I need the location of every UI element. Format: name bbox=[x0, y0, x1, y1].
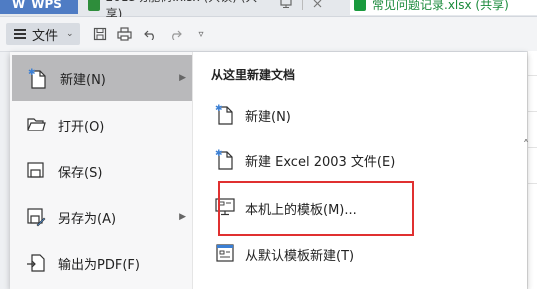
customize-toolbar-icon[interactable]: ▿ bbox=[192, 25, 210, 43]
menu-item-save[interactable]: 保存(S) bbox=[10, 148, 192, 194]
folder-icon bbox=[26, 115, 46, 135]
spreadsheet-icon bbox=[354, 0, 366, 11]
spreadsheet-icon bbox=[88, 0, 100, 11]
menu-item-open[interactable]: 打开(O) bbox=[10, 102, 192, 148]
file-menu-list: ✱ 新建(N) ▶ 打开(O) 保存(S) 另存为(A) ▶ 输出为PDF(F) bbox=[10, 52, 193, 289]
svg-text:✱: ✱ bbox=[28, 68, 36, 78]
submenu-title: 从这里新建文档 bbox=[211, 68, 296, 82]
svg-text:✱: ✱ bbox=[215, 104, 223, 114]
menu-item-label: 另存为(A) bbox=[58, 211, 117, 227]
divider bbox=[302, 0, 303, 10]
menu-item-export-pdf[interactable]: 输出为PDF(F) bbox=[10, 240, 192, 286]
menu-item-save-as[interactable]: 另存为(A) ▶ bbox=[10, 194, 192, 240]
menu-item-label: 输出为PDF(F) bbox=[58, 257, 140, 273]
svg-text:✱: ✱ bbox=[215, 149, 223, 159]
submenu-item-label: 从默认模板新建(T) bbox=[245, 248, 355, 264]
highlight-box bbox=[218, 181, 414, 236]
file-menu-button[interactable]: 文件 ⌄ bbox=[6, 23, 80, 45]
submenu-item-new-excel-2003[interactable]: ✱ 新建 Excel 2003 文件(E) bbox=[215, 145, 395, 175]
new-submenu: 从这里新建文档 ˄ ✱ 新建(N) ✱ 新建 Excel 2003 文件(E) … bbox=[193, 52, 529, 289]
tab-2013-function-tree[interactable]: 2013功能树.xlsx (只读) (共享) bbox=[88, 0, 268, 21]
save-icon[interactable] bbox=[91, 25, 109, 43]
undo-icon[interactable] bbox=[141, 25, 159, 43]
menu-item-label: 保存(S) bbox=[58, 165, 103, 181]
file-dropdown-menu: ✱ 新建(N) ▶ 打开(O) 保存(S) 另存为(A) ▶ 输出为PDF(F)… bbox=[10, 52, 529, 289]
monitor-icon[interactable] bbox=[280, 0, 292, 11]
submenu-item-new[interactable]: ✱ 新建(N) bbox=[215, 100, 291, 130]
quick-toolbar: 文件 ⌄ ▿ bbox=[0, 17, 537, 52]
tab-faq-record[interactable]: 常见问题记录.xlsx (共享) bbox=[350, 0, 537, 15]
menu-item-new[interactable]: ✱ 新建(N) ▶ bbox=[12, 55, 192, 101]
template-icon bbox=[215, 243, 235, 265]
redo-icon[interactable] bbox=[166, 25, 184, 43]
new-document-icon: ✱ bbox=[215, 149, 235, 171]
wps-logo[interactable]: W WPS bbox=[0, 0, 78, 14]
chevron-right-icon: ▶ bbox=[179, 212, 186, 222]
close-icon[interactable] bbox=[313, 0, 322, 11]
file-menu-label: 文件 bbox=[32, 28, 59, 44]
submenu-item-default-template[interactable]: 从默认模板新建(T) bbox=[215, 239, 354, 269]
wps-logo-label: WPS bbox=[31, 0, 62, 11]
menu-item-label: 打开(O) bbox=[58, 119, 105, 135]
scroll-indicator-icon: ˄ bbox=[523, 138, 529, 152]
tab-label: 常见问题记录.xlsx (共享) bbox=[372, 0, 509, 12]
chevron-right-icon: ▶ bbox=[179, 73, 186, 83]
save-as-icon bbox=[26, 207, 46, 227]
export-pdf-icon bbox=[26, 253, 46, 273]
submenu-item-label: 新建 Excel 2003 文件(E) bbox=[245, 154, 396, 170]
save-icon bbox=[26, 161, 46, 181]
title-bar: W WPS 2013功能树.xlsx (只读) (共享) 常见问题记录.xlsx… bbox=[0, 0, 537, 21]
chevron-down-icon: ⌄ bbox=[66, 29, 74, 39]
wps-logo-icon: W bbox=[12, 0, 26, 11]
menu-item-label: 新建(N) bbox=[60, 72, 106, 88]
new-document-icon: ✱ bbox=[215, 104, 235, 126]
new-document-icon: ✱ bbox=[28, 68, 48, 89]
sheet-background bbox=[527, 51, 537, 289]
submenu-item-label: 新建(N) bbox=[245, 109, 291, 125]
print-icon[interactable] bbox=[115, 25, 133, 43]
tab-tools bbox=[280, 0, 322, 14]
hamburger-icon bbox=[14, 29, 26, 39]
